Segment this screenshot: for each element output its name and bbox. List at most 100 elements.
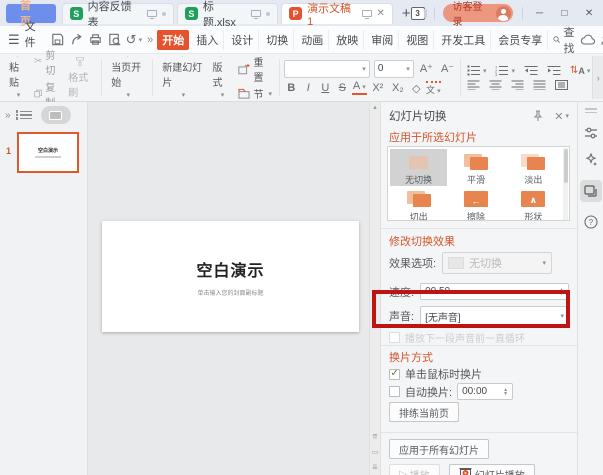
layout-button[interactable]: 版式 <box>207 56 235 99</box>
transition-cut[interactable]: 切出 <box>390 186 447 220</box>
print-icon[interactable] <box>88 31 103 48</box>
ribbon-tab-insert[interactable]: 插入 <box>191 29 225 50</box>
align-left-button[interactable] <box>465 80 482 90</box>
underline-button[interactable]: U <box>318 82 333 94</box>
play-button[interactable]: ▷ 播放 <box>389 464 440 475</box>
properties-sliders-icon[interactable] <box>584 126 598 140</box>
ribbon-expand-button[interactable]: › <box>592 56 603 99</box>
bullet-list-button[interactable] <box>465 65 489 76</box>
ribbon-tab-member[interactable]: 会员专享 <box>493 29 549 50</box>
help-icon[interactable]: ? <box>583 215 598 229</box>
apply-all-button[interactable]: 应用于所有幻灯片 <box>389 439 489 459</box>
transition-smooth[interactable]: 平滑 <box>447 149 504 186</box>
align-right-button[interactable] <box>509 80 526 90</box>
slide-view-toggle[interactable] <box>40 106 71 124</box>
undo-icon[interactable]: ↺ <box>126 31 142 48</box>
transition-wipe[interactable]: ← 擦除 <box>447 186 504 220</box>
justify-button[interactable] <box>531 80 548 90</box>
slideshow-play-button[interactable]: 幻灯片播放 <box>448 464 535 475</box>
ribbon-tab-slideshow[interactable]: 放映 <box>331 29 365 50</box>
clear-format-button[interactable]: ◇ <box>409 82 424 95</box>
panel-drag-handle[interactable] <box>584 108 597 113</box>
font-size-select[interactable]: 0 <box>373 59 414 78</box>
expand-panel-icon[interactable]: » <box>5 110 11 121</box>
cloud-sync-icon[interactable] <box>580 31 596 48</box>
subscript-button[interactable]: X₂ <box>389 82 407 94</box>
auto-advance-checkbox[interactable] <box>389 386 400 397</box>
grow-font-button[interactable]: A⁺ <box>418 62 435 75</box>
align-center-button[interactable] <box>487 80 504 90</box>
transition-none[interactable]: 无切换 <box>390 149 448 186</box>
scroll-up-icon[interactable]: ▲ <box>370 105 380 111</box>
distribute-text-button[interactable] <box>553 80 570 90</box>
slide-thumbnail-1[interactable]: 空白演示 <box>17 132 79 173</box>
previous-slide-icon[interactable]: ⇈ <box>372 433 378 441</box>
spinner-icon[interactable]: ▲ ▼ <box>559 287 564 296</box>
panel-close-icon[interactable]: ✕ <box>554 110 563 123</box>
tab-doc-2[interactable]: S 标题.xlsx <box>176 1 279 29</box>
font-name-select[interactable] <box>283 59 370 78</box>
play-from-current-button[interactable]: 当页开始 <box>106 56 148 99</box>
slide-page[interactable]: 空白演示 单击输入您的封面副标题 <box>102 221 359 332</box>
slide-navigator-icon[interactable]: ▭ <box>372 448 379 456</box>
slide-title-textbox[interactable]: 空白演示 <box>196 257 264 281</box>
ribbon-tab-transition[interactable]: 切换 <box>261 29 295 50</box>
new-tab-button[interactable]: + <box>402 5 411 22</box>
increase-indent-button[interactable] <box>545 65 563 76</box>
slide-editing-canvas[interactable]: 空白演示 单击输入您的封面副标题 ▲ ⇈ ▭ ⇊ <box>88 102 380 475</box>
gallery-scrollbar[interactable] <box>563 148 568 220</box>
format-painter-button[interactable]: 格式刷 <box>63 56 97 99</box>
ribbon-tab-view[interactable]: 视图 <box>401 29 435 50</box>
font-color-button[interactable]: A <box>351 81 367 95</box>
spinner-icon[interactable]: ▲ ▼ <box>503 387 508 396</box>
effects-wand-icon[interactable] <box>584 153 598 167</box>
document-count-badge[interactable]: 3 <box>410 6 427 20</box>
paste-button[interactable]: 粘贴 <box>4 56 31 99</box>
ribbon-tab-design[interactable]: 设计 <box>226 29 260 50</box>
effect-options-dropdown[interactable]: 无切换 <box>442 252 553 274</box>
pin-icon[interactable] <box>532 110 544 122</box>
more-commands-icon[interactable]: » <box>144 34 156 46</box>
tab-close-icon[interactable]: ✕ <box>377 8 385 19</box>
ribbon-tab-review[interactable]: 审阅 <box>366 29 400 50</box>
tab-doc-1[interactable]: S 内容反馈表 <box>61 1 174 29</box>
ribbon-tab-animation[interactable]: 动画 <box>296 29 330 50</box>
loop-sound-checkbox[interactable] <box>389 332 400 343</box>
print-preview-icon[interactable] <box>107 31 122 48</box>
phonetic-guide-button[interactable]: 文 <box>425 80 441 96</box>
strikethrough-button[interactable]: S <box>335 82 350 94</box>
numbered-list-button[interactable]: 123 <box>493 65 517 76</box>
line-spacing-button[interactable]: ⇅ A <box>568 65 592 76</box>
speed-input[interactable]: 00.50 ▲ ▼ <box>420 283 569 300</box>
italic-button[interactable]: I <box>301 82 316 94</box>
close-button[interactable]: ✕ <box>581 8 597 19</box>
bold-button[interactable]: B <box>284 82 299 94</box>
decrease-indent-button[interactable] <box>522 65 540 76</box>
shrink-font-button[interactable]: A⁻ <box>439 62 456 75</box>
new-slide-button[interactable]: 新建幻灯片 <box>157 56 207 99</box>
maximize-button[interactable]: □ <box>556 8 572 19</box>
ribbon-tab-developer[interactable]: 开发工具 <box>436 29 492 50</box>
ribbon-tab-home[interactable]: 开始 <box>157 29 190 50</box>
section-button[interactable]: 节 <box>235 85 275 102</box>
slide-subtitle-textbox[interactable]: 单击输入您的封面副标题 <box>197 288 263 297</box>
transition-panel-toggle[interactable] <box>579 180 602 202</box>
canvas-scrollbar[interactable]: ▲ ⇈ ▭ ⇊ <box>369 102 380 475</box>
transition-fade[interactable]: 淡出 <box>505 149 562 186</box>
transition-shape[interactable]: ∧ 形状 <box>505 186 562 220</box>
sound-dropdown[interactable]: [无声音] <box>420 306 569 326</box>
hamburger-icon[interactable]: ☰ <box>8 32 20 48</box>
reset-button[interactable]: 重置 <box>235 53 275 85</box>
next-slide-icon[interactable]: ⇊ <box>372 463 378 471</box>
superscript-button[interactable]: X² <box>369 82 387 94</box>
rehearse-button[interactable]: 排练当前页 <box>389 402 459 422</box>
cut-button[interactable]: ✂ 剪切 <box>31 46 63 78</box>
auto-advance-input[interactable]: 00:00 ▲ ▼ <box>457 383 514 400</box>
mouse-click-checkbox[interactable] <box>389 368 400 380</box>
guest-login-button[interactable]: 访客登录 <box>443 2 513 28</box>
export-icon[interactable] <box>69 31 84 48</box>
minimize-button[interactable]: ─ <box>532 8 548 19</box>
tab-doc-active[interactable]: P 演示文稿1 ✕ <box>281 2 393 28</box>
outline-view-icon[interactable] <box>15 110 32 120</box>
search-button[interactable]: 查找 <box>553 24 578 56</box>
